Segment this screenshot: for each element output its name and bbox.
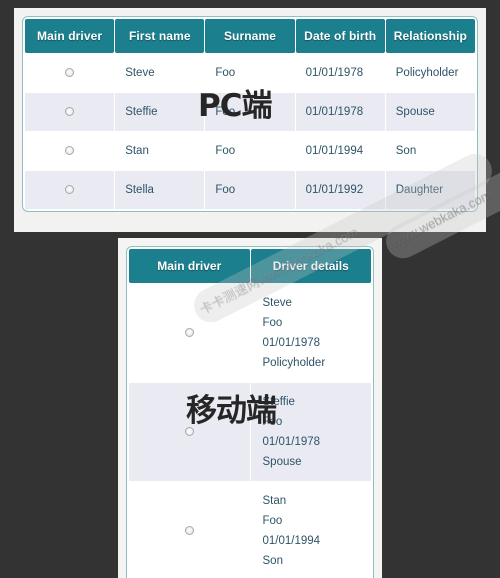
caption-desktop: PC端 [198, 88, 272, 124]
radio-button-icon[interactable] [65, 146, 75, 156]
main-driver-radio-cell[interactable] [25, 171, 115, 209]
main-driver-radio-cell[interactable] [25, 54, 115, 92]
cell-first-name: Stella [115, 171, 205, 209]
list-item: Stan Foo 01/01/1994 Son [129, 482, 371, 578]
radio-button-icon[interactable] [65, 107, 75, 117]
main-driver-radio-cell[interactable] [129, 284, 250, 382]
cell-date-of-birth: 01/01/1978 [295, 54, 385, 92]
cell-first-name: Stan [115, 132, 205, 170]
cell-relationship: Spouse [385, 93, 475, 131]
desktop-table-body: Steve Foo 01/01/1978 Policyholder Steffi… [25, 54, 475, 209]
detail-surname: Foo [262, 515, 283, 527]
radio-button-icon[interactable] [65, 185, 75, 195]
cell-date-of-birth: 01/01/1992 [295, 171, 385, 209]
detail-date-of-birth: 01/01/1978 [262, 436, 321, 448]
cell-first-name: Steve [115, 54, 205, 92]
column-header-date-of-birth[interactable]: Date of birth [295, 19, 385, 53]
caption-mobile: 移动端 [186, 393, 277, 429]
column-header-driver-details[interactable]: Driver details [250, 249, 371, 283]
main-driver-radio-cell[interactable] [129, 482, 250, 578]
cell-surname: Foo [205, 132, 295, 170]
mobile-table-head: Main driver Driver details [129, 249, 371, 283]
main-driver-radio-cell[interactable] [25, 132, 115, 170]
detail-date-of-birth: 01/01/1978 [262, 337, 321, 349]
column-header-surname[interactable]: Surname [205, 19, 295, 53]
cell-relationship: Policyholder [385, 54, 475, 92]
cell-driver-details: Steve Foo 01/01/1978 Policyholder [250, 284, 371, 382]
detail-relationship: Spouse [262, 456, 302, 468]
detail-relationship: Son [262, 555, 283, 567]
cell-relationship: Son [385, 132, 475, 170]
radio-button-icon[interactable] [65, 68, 75, 78]
detail-date-of-birth: 01/01/1994 [262, 535, 321, 547]
cell-date-of-birth: 01/01/1994 [295, 132, 385, 170]
column-header-relationship[interactable]: Relationship [385, 19, 475, 53]
detail-surname: Foo [262, 317, 283, 329]
detail-first-name: Stan [262, 495, 287, 507]
list-item: Steve Foo 01/01/1978 Policyholder [129, 284, 371, 382]
column-header-main-driver[interactable]: Main driver [129, 249, 250, 283]
table-row: Stella Foo 01/01/1992 Daughter [25, 171, 475, 209]
cell-date-of-birth: 01/01/1978 [295, 93, 385, 131]
main-driver-radio-cell[interactable] [25, 93, 115, 131]
column-header-main-driver[interactable]: Main driver [25, 19, 115, 53]
table-row: Stan Foo 01/01/1994 Son [25, 132, 475, 170]
cell-first-name: Steffie [115, 93, 205, 131]
desktop-header-row: Main driver First name Surname Date of b… [25, 19, 475, 53]
cell-relationship: Daughter [385, 171, 475, 209]
radio-button-icon[interactable] [184, 526, 194, 536]
detail-first-name: Steve [262, 297, 292, 309]
detail-first-name: Steffie [262, 396, 295, 408]
cell-driver-details: Stan Foo 01/01/1994 Son [250, 482, 371, 578]
radio-button-icon[interactable] [184, 328, 194, 338]
detail-surname: Foo [262, 416, 283, 428]
mobile-header-row: Main driver Driver details [129, 249, 371, 283]
cell-surname: Foo [205, 171, 295, 209]
column-header-first-name[interactable]: First name [115, 19, 205, 53]
desktop-table-head: Main driver First name Surname Date of b… [25, 19, 475, 53]
mobile-table-body: Steve Foo 01/01/1978 Policyholder Steffi… [129, 284, 371, 578]
detail-relationship: Policyholder [262, 357, 326, 369]
